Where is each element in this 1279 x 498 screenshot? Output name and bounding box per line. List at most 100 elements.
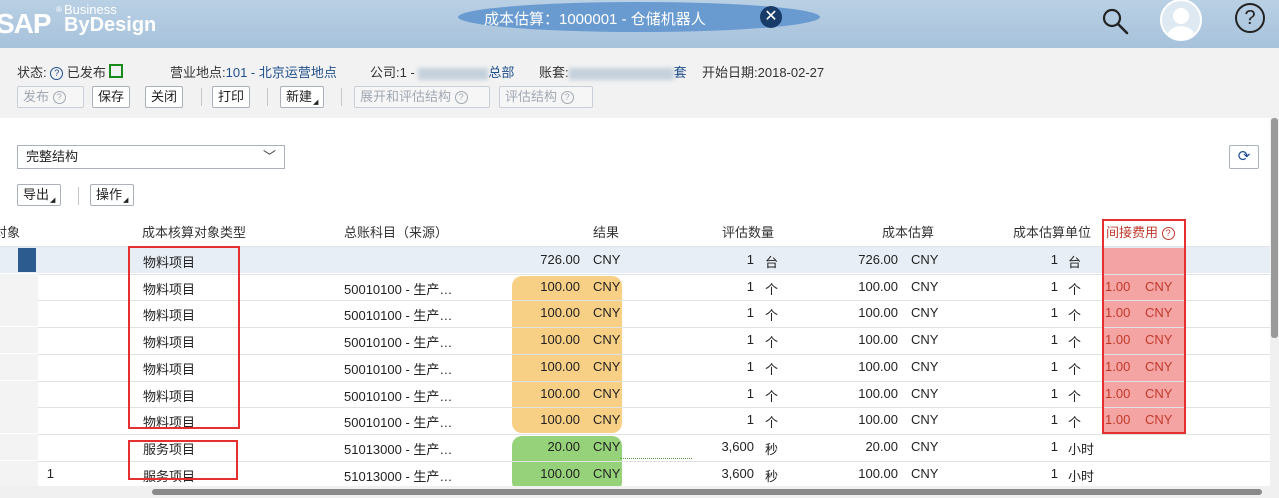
cell-unit-qty: 1: [1050, 359, 1058, 374]
cell-account[interactable]: 50010100 - 生产…: [344, 332, 484, 351]
col-header-object[interactable]: 对象: [0, 222, 20, 241]
status-label: 状态:: [17, 65, 47, 80]
cell-unit-qty: 1: [1050, 466, 1058, 481]
company-value-suffix[interactable]: 总部: [488, 65, 514, 80]
cell-result-cur: CNY: [593, 305, 621, 320]
close-window-icon[interactable]: ✕: [760, 6, 782, 28]
cell-cost: 100.00: [858, 332, 898, 347]
cell-cost: 100.00: [858, 279, 898, 294]
search-icon[interactable]: [1100, 6, 1130, 36]
cell-cost-cur: CNY: [911, 305, 939, 320]
cell-account[interactable]: 50010100 - 生产…: [344, 359, 484, 378]
cell-qty-unit: 个: [765, 308, 779, 323]
row-selector[interactable]: [0, 300, 38, 326]
cell-cost-cur: CNY: [911, 412, 939, 427]
cell-cost-cur: CNY: [911, 252, 939, 267]
user-avatar[interactable]: [1160, 0, 1202, 41]
cell-qty: 3,600: [721, 439, 754, 454]
row-selector[interactable]: [0, 354, 38, 380]
cell-qty: 3,600: [721, 466, 754, 481]
cell-qty: 1: [746, 332, 754, 347]
cell-result: 100.00: [540, 386, 580, 401]
cell-cost: 100.00: [858, 386, 898, 401]
cell-result: 100.00: [540, 412, 580, 427]
books-field: 账套: 套: [539, 62, 687, 81]
cell-unit-uom: 小时: [1068, 469, 1095, 484]
actions-button[interactable]: 操作◢: [90, 184, 135, 206]
help-icon[interactable]: ?: [1235, 3, 1265, 33]
cell-result-cur: CNY: [593, 252, 621, 267]
cell-account[interactable]: 50010100 - 生产…: [344, 386, 484, 405]
cell-cost: 726.00: [858, 252, 898, 267]
service-items-highlight-box: [128, 440, 238, 480]
row-selector-selected[interactable]: [18, 248, 36, 272]
cell-qty: 1: [746, 386, 754, 401]
release-button[interactable]: 发布 ?: [17, 86, 84, 108]
status-value: 已发布: [66, 65, 106, 80]
cell-cost-cur: CNY: [911, 386, 939, 401]
cell-account[interactable]: 50010100 - 生产…: [344, 305, 484, 324]
cell-result-cur: CNY: [593, 412, 621, 427]
row-selector[interactable]: [0, 434, 38, 460]
window-title: 成本估算：1000001 - 仓储机器人: [484, 11, 706, 28]
site-value-link[interactable]: 101 - 北京运营地点: [226, 65, 337, 80]
books-value-suffix[interactable]: 套: [674, 65, 687, 80]
new-button[interactable]: 新建◢: [280, 86, 325, 108]
vertical-scrollbar[interactable]: [1270, 118, 1279, 486]
sap-bydesign-logo[interactable]: SAP ® Business ByDesign: [0, 2, 170, 42]
status-square-icon: [108, 64, 123, 78]
col-header-eval-qty[interactable]: 评估数量: [722, 222, 774, 241]
col-header-result[interactable]: 结果: [593, 222, 619, 241]
cell-account[interactable]: 51013000 - 生产…: [344, 439, 484, 458]
close-button[interactable]: 关闭: [145, 86, 184, 108]
cell-qty-unit: 个: [765, 335, 779, 350]
cell-left: 1: [46, 466, 54, 481]
cell-qty: 1: [746, 252, 754, 267]
cell-unit-qty: 1: [1050, 439, 1058, 454]
company-label: 公司:: [370, 65, 400, 80]
col-header-cost-unit[interactable]: 成本估算单位: [1013, 222, 1091, 241]
cell-result-cur: CNY: [593, 359, 621, 374]
expand-evaluate-button[interactable]: 展开和评估结构 ?: [354, 86, 490, 108]
export-button[interactable]: 导出◢: [17, 184, 62, 206]
row-selector[interactable]: [0, 327, 38, 353]
vertical-scroll-thumb[interactable]: [1271, 118, 1278, 338]
view-select[interactable]: 完整结构 ﹀: [17, 145, 285, 169]
site-field: 营业地点:101 - 北京运营地点: [170, 62, 337, 81]
cell-result: 100.00: [540, 332, 580, 347]
row-selector[interactable]: [0, 274, 38, 300]
cell-cost-cur: CNY: [911, 279, 939, 294]
redacted-company: [418, 67, 489, 80]
cell-account[interactable]: 50010100 - 生产…: [344, 279, 484, 298]
object-header: [0, 48, 1279, 118]
cell-qty: 1: [746, 279, 754, 294]
view-select-value: 完整结构: [26, 149, 79, 164]
refresh-icon: ⟳: [1237, 148, 1251, 165]
evaluate-structure-button[interactable]: 评估结构 ?: [499, 86, 593, 108]
col-header-object-type[interactable]: 成本核算对象类型: [142, 222, 246, 241]
status-field: 状态: ? 已发布: [17, 62, 123, 81]
status-help-icon[interactable]: ?: [50, 67, 64, 80]
release-button-label: 发布: [23, 89, 50, 104]
cell-account[interactable]: 51013000 - 生产…: [344, 466, 484, 485]
start-date-value: 2018-02-27: [757, 65, 825, 80]
row-selector[interactable]: [0, 381, 38, 407]
new-button-label: 新建: [286, 89, 313, 104]
cell-account[interactable]: 50010100 - 生产…: [344, 412, 484, 431]
refresh-button[interactable]: ⟳: [1229, 145, 1259, 169]
print-button[interactable]: 打印: [212, 86, 251, 108]
site-label: 营业地点:: [170, 65, 226, 80]
horizontal-scroll-thumb[interactable]: [152, 489, 1262, 495]
evaluate-structure-label: 评估结构: [505, 89, 558, 104]
cell-qty-unit: 秒: [765, 469, 779, 484]
row-selector[interactable]: [0, 407, 38, 433]
cell-result-cur: CNY: [593, 279, 621, 294]
row-selector[interactable]: [0, 461, 38, 487]
col-header-cost-estimate[interactable]: 成本估算: [882, 222, 934, 241]
cell-result: 100.00: [540, 279, 580, 294]
toolbar-separator: [267, 88, 268, 106]
save-button[interactable]: 保存: [92, 86, 131, 108]
horizontal-scrollbar[interactable]: [0, 486, 1279, 498]
cell-unit-qty: 1: [1050, 386, 1058, 401]
col-header-gl-account[interactable]: 总账科目（来源）: [344, 222, 448, 241]
